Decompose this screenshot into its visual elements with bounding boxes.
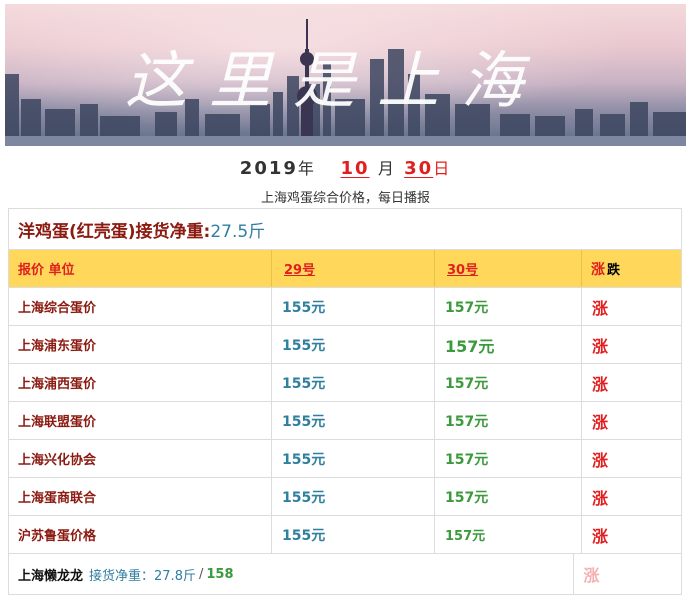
- header-29: 29号: [272, 250, 435, 287]
- calligraphy-title: 这里是上海: [125, 44, 545, 117]
- row-price-29: 155元: [272, 364, 435, 401]
- date-day: 30: [404, 158, 434, 179]
- footer-weight-label: 接货净重：27.8斤: [89, 568, 196, 584]
- date-month: 10: [340, 158, 370, 179]
- date-heading: 2019年 10 月 30日: [0, 155, 691, 179]
- price-table: 洋鸡蛋(红壳蛋)接货净重: 27.5斤 报价 单位 29号 30号 涨 跌 上海综…: [8, 208, 682, 595]
- date-day-unit: 日: [433, 159, 452, 178]
- table-header-row: 报价 单位 29号 30号 涨 跌: [9, 250, 681, 288]
- table-row: 上海浦西蛋价 155元 157元 涨: [9, 364, 681, 402]
- header-banner: 这里是上海: [5, 4, 686, 146]
- row-price-30: 157元: [435, 440, 582, 477]
- table-row: 上海联盟蛋价 155元 157元 涨: [9, 402, 681, 440]
- row-price-30: 157元: [435, 326, 582, 363]
- row-name: 沪苏鲁蛋价格: [9, 516, 272, 553]
- table-title-text: 洋鸡蛋(红壳蛋)接货净重:: [18, 221, 211, 242]
- table-row: 上海兴化协会 155元 157元 涨: [9, 440, 681, 478]
- svg-text:这里是上海: 这里是上海: [125, 44, 545, 117]
- row-price-30: 157元: [435, 516, 582, 553]
- row-price-29: 155元: [272, 326, 435, 363]
- row-trend: 涨: [592, 374, 609, 394]
- row-price-29: 155元: [272, 440, 435, 477]
- table-title-weight: 27.5斤: [210, 221, 266, 242]
- header-unit: 报价 单位: [9, 250, 272, 287]
- table-row: 上海综合蛋价 155元 157元 涨: [9, 288, 681, 326]
- subtitle: 上海鸡蛋综合价格，每日播报: [260, 191, 430, 206]
- date-year-unit: 年: [297, 159, 316, 178]
- footer-slash: /: [198, 566, 204, 582]
- row-price-29: 155元: [272, 288, 435, 325]
- row-price-29: 155元: [272, 516, 435, 553]
- footer-trend: 涨: [583, 566, 600, 585]
- row-price-30: 157元: [435, 402, 582, 439]
- date-month-unit: 月: [377, 159, 396, 178]
- row-name: 上海综合蛋价: [9, 288, 272, 325]
- row-price-29: 155元: [272, 402, 435, 439]
- row-trend: 涨: [592, 488, 609, 508]
- row-trend: 涨: [592, 526, 609, 546]
- header-rise: 涨: [591, 261, 605, 278]
- row-name: 上海兴化协会: [9, 440, 272, 477]
- date-year: 2019: [239, 158, 298, 179]
- row-price-30: 157元: [435, 288, 582, 325]
- footer-price: 158: [206, 566, 234, 582]
- table-row: 沪苏鲁蛋价格 155元 157元 涨: [9, 516, 681, 554]
- table-row: 上海蛋商联合 155元 157元 涨: [9, 478, 681, 516]
- row-trend: 涨: [592, 412, 609, 432]
- row-price-30: 157元: [435, 478, 582, 515]
- header-fall: 跌: [607, 263, 621, 278]
- row-trend: 涨: [592, 450, 609, 470]
- footer-info: 上海懒龙龙 接货净重：27.8斤 / 158: [9, 554, 574, 594]
- row-name: 上海浦西蛋价: [9, 364, 272, 401]
- row-name: 上海联盟蛋价: [9, 402, 272, 439]
- row-name: 上海蛋商联合: [9, 478, 272, 515]
- header-30: 30号: [435, 250, 582, 287]
- table-title: 洋鸡蛋(红壳蛋)接货净重: 27.5斤: [9, 209, 681, 250]
- table-footer-row: 上海懒龙龙 接货净重：27.8斤 / 158 涨: [9, 554, 681, 594]
- footer-name: 上海懒龙龙: [18, 568, 84, 584]
- row-price-30: 157元: [435, 364, 582, 401]
- table-row: 上海浦东蛋价 155元 157元 涨: [9, 326, 681, 364]
- row-price-29: 155元: [272, 478, 435, 515]
- row-trend: 涨: [592, 336, 609, 356]
- row-trend: 涨: [592, 298, 609, 318]
- header-trend: 涨 跌: [582, 250, 681, 287]
- row-name: 上海浦东蛋价: [9, 326, 272, 363]
